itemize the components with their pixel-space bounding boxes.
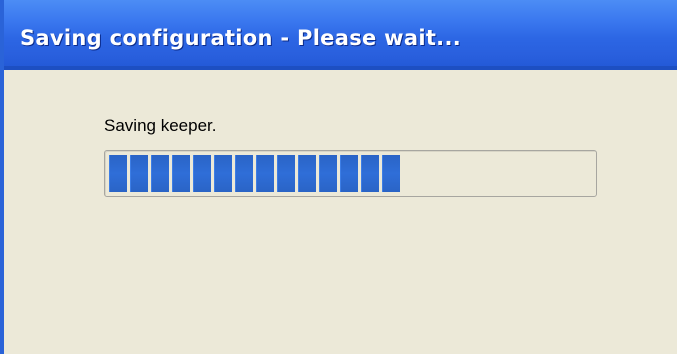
status-message: Saving keeper. bbox=[104, 116, 217, 135]
progress-block bbox=[109, 155, 127, 192]
progress-block bbox=[382, 155, 400, 192]
progress-block bbox=[340, 155, 358, 192]
window-title: Saving configuration - Please wait... bbox=[20, 26, 461, 50]
progress-block bbox=[256, 155, 274, 192]
progress-block bbox=[172, 155, 190, 192]
progress-block bbox=[151, 155, 169, 192]
progress-block bbox=[214, 155, 232, 192]
progress-block bbox=[361, 155, 379, 192]
progress-block bbox=[235, 155, 253, 192]
progress-bar bbox=[104, 150, 597, 197]
progress-block bbox=[193, 155, 211, 192]
progress-fill bbox=[109, 155, 400, 192]
title-bar[interactable]: Saving configuration - Please wait... bbox=[4, 0, 677, 70]
progress-dialog: Saving configuration - Please wait... Sa… bbox=[0, 0, 677, 354]
progress-block bbox=[130, 155, 148, 192]
progress-block bbox=[277, 155, 295, 192]
progress-block bbox=[298, 155, 316, 192]
progress-block bbox=[319, 155, 337, 192]
